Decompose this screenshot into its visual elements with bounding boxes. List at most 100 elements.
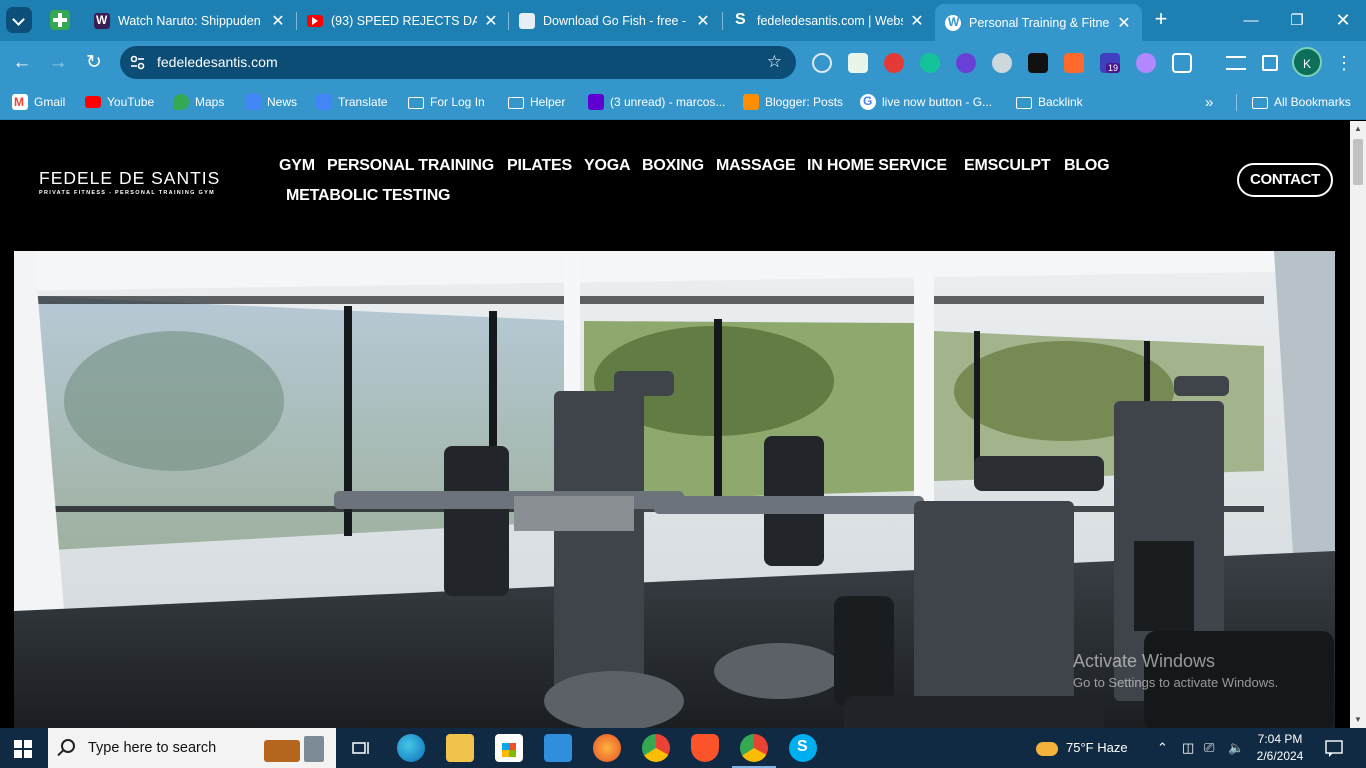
windows-start-icon[interactable] xyxy=(14,740,32,758)
microsoft-store-icon[interactable] xyxy=(495,734,523,762)
bookmark-translate[interactable]: Translate xyxy=(316,93,388,111)
nav-gym[interactable]: GYM xyxy=(279,157,315,175)
nav-emsculpt[interactable]: EMSCULPT xyxy=(964,157,1051,175)
wordpress-icon: W xyxy=(945,14,961,31)
site-logo[interactable]: FEDELE DE SANTIS PRIVATE FITNESS - PERSO… xyxy=(39,168,220,196)
chrome-profile-icon[interactable] xyxy=(732,734,776,768)
back-button[interactable]: ← xyxy=(8,49,36,77)
close-tab-icon[interactable]: ✕ xyxy=(1116,13,1132,33)
media-control-icon[interactable] xyxy=(1226,56,1246,70)
skype-icon[interactable]: S xyxy=(789,734,817,762)
bookmark-folder-helper[interactable]: Helper xyxy=(508,93,565,111)
menu-kebab-icon[interactable]: ⋮ xyxy=(1330,49,1358,77)
firefox-icon[interactable] xyxy=(593,734,621,762)
bookmark-yahoo-mail[interactable]: (3 unread) - marcos... xyxy=(588,93,725,111)
bookmark-label: (3 unread) - marcos... xyxy=(610,95,726,109)
logo-name: FEDELE DE SANTIS xyxy=(39,168,221,188)
leaf-extension-icon[interactable] xyxy=(992,53,1012,73)
close-tab-icon[interactable]: ✕ xyxy=(909,11,925,31)
pinned-tab[interactable] xyxy=(48,8,72,32)
bookmark-label: Blogger: Posts xyxy=(765,95,844,109)
purple-extension-icon[interactable] xyxy=(1136,53,1156,73)
tab-gofish[interactable]: Download Go Fish - free - ✕ xyxy=(509,0,721,41)
news-icon xyxy=(245,94,261,110)
nav-pilates[interactable]: PILATES xyxy=(507,157,572,175)
tab-fedele-webs[interactable]: S fedeledesantis.com | Webs ✕ xyxy=(723,0,935,41)
weather-widget[interactable]: 75°F Haze xyxy=(1036,728,1128,768)
close-tab-icon[interactable]: ✕ xyxy=(483,11,499,31)
similarweb-extension-icon[interactable] xyxy=(1064,53,1084,73)
sheets-extension-icon[interactable] xyxy=(848,53,868,73)
minimize-button[interactable]: — xyxy=(1228,0,1274,41)
task-view-icon[interactable] xyxy=(348,734,376,762)
bookmark-blogger[interactable]: Blogger: Posts xyxy=(743,93,843,111)
brave-icon[interactable] xyxy=(691,734,719,762)
stop-extension-icon[interactable] xyxy=(884,53,904,73)
windows-activation-watermark: Activate Windows Go to Settings to activ… xyxy=(1073,651,1278,690)
bookmark-maps[interactable]: Maps xyxy=(173,93,224,111)
scroll-down-arrow-icon[interactable]: ▼ xyxy=(1354,715,1362,724)
bookmark-gmail[interactable]: M Gmail xyxy=(12,93,65,111)
bookmark-label: live now button - G... xyxy=(882,95,993,109)
bookmark-folder-login[interactable]: For Log In xyxy=(408,93,485,111)
nav-in-home-service[interactable]: IN HOME SERVICE xyxy=(807,157,947,175)
bookmark-google[interactable]: Glive now button - G... xyxy=(860,93,992,111)
nav-boxing[interactable]: BOXING xyxy=(642,157,704,175)
taskbar-search-box[interactable]: Type here to search xyxy=(48,728,336,768)
nav-massage[interactable]: MASSAGE xyxy=(716,157,796,175)
close-tab-icon[interactable]: ✕ xyxy=(695,11,711,31)
address-bar[interactable]: fedeledesantis.com ☆ xyxy=(120,46,796,79)
bookmark-folder-backlink[interactable]: Backlink xyxy=(1016,93,1083,111)
volume-icon[interactable]: 🔈 xyxy=(1228,728,1244,768)
url-text[interactable]: fedeledesantis.com xyxy=(157,54,278,70)
tab-speed[interactable]: (93) SPEED REJECTS DATE ✕ xyxy=(297,0,509,41)
globe-extension-icon[interactable] xyxy=(812,53,832,73)
nav-metabolic-testing[interactable]: METABOLIC TESTING xyxy=(286,187,450,205)
scrollbar-thumb[interactable] xyxy=(1353,139,1363,185)
watermark-title: Activate Windows xyxy=(1073,651,1216,671)
close-tab-icon[interactable]: ✕ xyxy=(270,11,286,31)
proton-vpn-icon[interactable] xyxy=(956,53,976,73)
restore-button[interactable]: ❐ xyxy=(1274,0,1320,41)
site-info-icon[interactable] xyxy=(130,55,145,70)
extensions-puzzle-icon[interactable] xyxy=(1172,53,1192,73)
reload-button[interactable]: ↻ xyxy=(80,49,108,77)
forward-button[interactable]: → xyxy=(44,49,72,77)
contact-button[interactable]: CONTACT xyxy=(1237,163,1333,197)
page-scrollbar[interactable]: ▲ ▼ xyxy=(1350,121,1366,728)
tab-personal-training[interactable]: W Personal Training & Fitness ✕ xyxy=(935,4,1142,41)
profile-avatar[interactable]: K xyxy=(1292,47,1322,77)
scroll-up-arrow-icon[interactable]: ▲ xyxy=(1354,124,1362,133)
haze-icon xyxy=(1036,741,1058,756)
bookmark-star-icon[interactable]: ☆ xyxy=(767,52,782,72)
nav-blog[interactable]: BLOG xyxy=(1064,157,1110,175)
nav-personal-training[interactable]: PERSONAL TRAINING xyxy=(327,157,494,175)
h-extension-icon[interactable] xyxy=(1028,53,1048,73)
chrome-icon[interactable] xyxy=(642,734,670,762)
bookmark-label: Gmail xyxy=(34,95,66,109)
file-explorer-icon[interactable] xyxy=(446,734,474,762)
tab-naruto[interactable]: W Watch Naruto: Shippuden ✕ xyxy=(84,0,296,41)
system-clock[interactable]: 7:04 PM 2/6/2024 xyxy=(1255,731,1305,765)
tab-search-button[interactable] xyxy=(6,7,32,33)
nav-yoga[interactable]: YOGA xyxy=(584,157,631,175)
close-window-button[interactable]: ✕ xyxy=(1320,0,1366,41)
all-bookmarks-button[interactable]: All Bookmarks xyxy=(1252,93,1351,111)
youtube-icon xyxy=(307,14,323,27)
notifications-icon[interactable] xyxy=(1325,728,1343,768)
grammarly-icon[interactable] xyxy=(920,53,940,73)
show-hidden-icons-icon[interactable]: ⌃ xyxy=(1157,728,1168,768)
camera-icon[interactable]: ◫ xyxy=(1182,728,1194,768)
mail-icon[interactable] xyxy=(544,734,572,762)
network-icon[interactable]: ⎚ xyxy=(1204,728,1214,768)
bookmark-news[interactable]: News xyxy=(245,93,297,111)
tab-label: Personal Training & Fitness xyxy=(969,15,1110,30)
edge-icon[interactable] xyxy=(397,734,425,762)
more-bookmarks-button[interactable]: » xyxy=(1205,93,1213,111)
tracker-extension-icon[interactable]: 19 xyxy=(1100,53,1121,73)
side-panel-icon[interactable] xyxy=(1262,55,1278,71)
pinned-tab-icon xyxy=(50,10,70,30)
bookmark-label: Helper xyxy=(530,95,566,109)
bookmark-youtube[interactable]: YouTube xyxy=(85,93,154,111)
new-tab-button[interactable]: + xyxy=(1150,8,1172,30)
